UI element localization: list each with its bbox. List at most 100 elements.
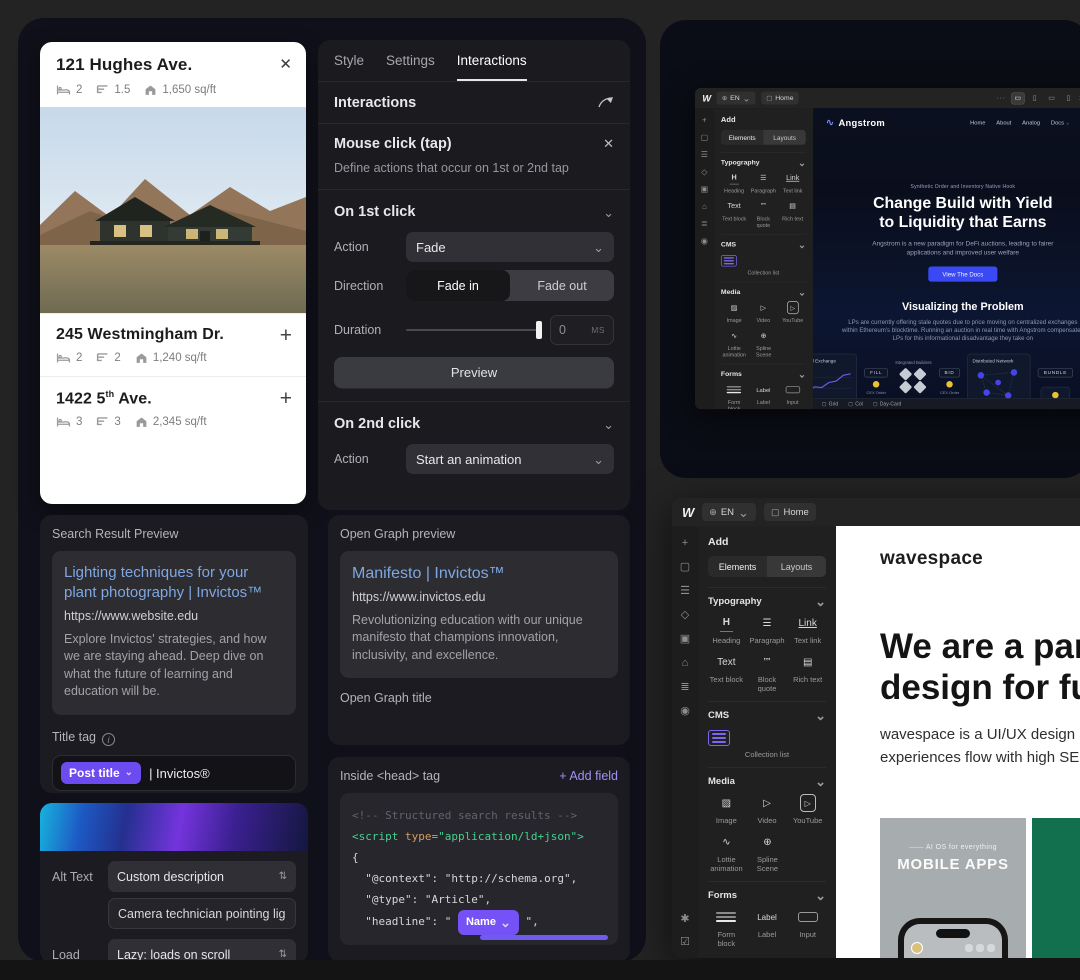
add-icon[interactable]: +: [682, 538, 688, 549]
section-typography[interactable]: Typography⌄: [708, 587, 826, 614]
action-select[interactable]: Fade ⌄: [406, 232, 614, 262]
section-forms[interactable]: Forms⌄: [721, 364, 806, 383]
element-rich-text[interactable]: ▤Rich text: [779, 200, 805, 229]
element-spline[interactable]: ⊕Spline Scene: [749, 833, 786, 873]
element-text-link[interactable]: LinkText link: [779, 172, 805, 194]
element-label[interactable]: LabelLabel: [749, 908, 786, 948]
info-icon[interactable]: i: [102, 733, 115, 746]
tab-settings[interactable]: Settings: [386, 40, 435, 81]
cms-icon[interactable]: ≣: [680, 682, 689, 693]
element-rich-text[interactable]: ▤Rich text: [789, 653, 826, 693]
add-listing-icon[interactable]: +: [280, 324, 292, 348]
element-collection-list[interactable]: Collection list: [708, 730, 826, 759]
element-paragraph[interactable]: ☰Paragraph: [749, 614, 786, 645]
result-title[interactable]: Lighting techniques for your plant photo…: [64, 563, 284, 604]
layers-icon[interactable]: ☰: [680, 586, 690, 597]
language-chip[interactable]: ⊕EN⌄: [717, 92, 756, 105]
site-icon[interactable]: ⌂: [682, 658, 689, 669]
nav-docs[interactable]: Docs ⌄: [1051, 119, 1070, 125]
daycard-toggle[interactable]: ▢Day-Card: [873, 401, 901, 407]
tab-layouts[interactable]: Layouts: [763, 130, 805, 145]
og-title[interactable]: Manifesto | Invictos™: [352, 563, 606, 585]
alt-text-input[interactable]: [108, 898, 296, 929]
users-icon[interactable]: ◉: [701, 238, 708, 246]
col-toggle[interactable]: ▢Col: [848, 401, 863, 407]
listing-row[interactable]: 1422 5th Ave. + 3 3 2,345 sq/ft: [40, 376, 306, 440]
components-icon[interactable]: ◇: [681, 610, 689, 621]
add-listing-icon[interactable]: +: [280, 387, 292, 411]
nav-analog[interactable]: Analog: [1022, 119, 1040, 125]
tab-interactions[interactable]: Interactions: [457, 40, 527, 81]
element-input[interactable]: Input: [789, 908, 826, 948]
element-video[interactable]: ▷Video: [750, 301, 776, 323]
element-youtube[interactable]: ▷YouTube: [789, 794, 826, 825]
device-desktop-icon[interactable]: ▭: [1012, 93, 1025, 104]
settings-icon[interactable]: ✱: [680, 914, 689, 925]
element-lottie[interactable]: ∿Lottie animation: [708, 833, 745, 873]
nav-home[interactable]: Home: [970, 119, 985, 125]
view-docs-button[interactable]: View The Docs: [928, 267, 997, 282]
section-typography[interactable]: Typography⌄: [721, 152, 806, 171]
section-forms[interactable]: Forms⌄: [708, 881, 826, 908]
element-block-quote[interactable]: ””Block quote: [749, 653, 786, 693]
element-form-block[interactable]: Form block: [708, 908, 745, 948]
preview-button[interactable]: Preview: [334, 357, 614, 389]
tab-elements[interactable]: Elements: [721, 130, 763, 145]
horizontal-scrollbar[interactable]: [480, 935, 608, 940]
section-media[interactable]: Media⌄: [708, 767, 826, 794]
section-cms[interactable]: CMS⌄: [721, 234, 806, 253]
add-field-button[interactable]: + Add field: [559, 769, 618, 783]
fade-out-option[interactable]: Fade out: [510, 270, 614, 301]
angstrom-brand[interactable]: ∿Angstrom: [826, 117, 885, 129]
element-spline[interactable]: ⊕Spline Scene: [750, 329, 777, 358]
more-options-icon[interactable]: ···: [996, 94, 1005, 102]
device-phone-icon[interactable]: ▯: [1064, 93, 1074, 104]
duration-slider[interactable]: [406, 329, 540, 331]
device-tablet-icon[interactable]: ▯: [1030, 93, 1040, 104]
users-icon[interactable]: ◉: [680, 706, 690, 717]
element-lottie[interactable]: ∿Lottie animation: [721, 329, 748, 358]
grid-toggle[interactable]: ▢Grid: [822, 401, 838, 407]
duration-input[interactable]: 0 MS: [550, 315, 614, 345]
site-icon[interactable]: ⌂: [702, 203, 707, 211]
close-icon[interactable]: ✕: [279, 55, 292, 73]
element-label[interactable]: LabelLabel: [750, 383, 776, 409]
element-heading[interactable]: HHeading: [721, 172, 747, 194]
remove-trigger-icon[interactable]: ✕: [603, 136, 614, 152]
element-collection-list[interactable]: Collection list: [721, 255, 806, 276]
direction-segmented[interactable]: Fade in Fade out: [406, 270, 614, 301]
interaction-wand-icon[interactable]: [598, 96, 614, 109]
title-tag-input[interactable]: Post title⌄ | Invictos®: [52, 755, 296, 791]
checklist-icon[interactable]: ☑: [680, 937, 690, 948]
element-input[interactable]: Input: [779, 383, 805, 409]
layers-icon[interactable]: ☰: [701, 151, 708, 159]
nav-about[interactable]: About: [996, 119, 1011, 125]
assets-icon[interactable]: ▣: [701, 186, 708, 194]
add-icon[interactable]: +: [702, 117, 707, 125]
tab-elements[interactable]: Elements: [708, 556, 767, 577]
action-select[interactable]: Start an animation ⌄: [406, 444, 614, 474]
element-paragraph[interactable]: ☰Paragraph: [750, 172, 776, 194]
home-breadcrumb-chip[interactable]: ▢Home: [761, 92, 798, 105]
cms-icon[interactable]: ≣: [701, 220, 708, 228]
mobile-apps-card[interactable]: AI OS for everything MOBILE APPS: [880, 818, 1026, 958]
home-breadcrumb-chip[interactable]: ▢Home: [764, 503, 816, 521]
element-heading[interactable]: HHeading: [708, 614, 745, 645]
element-image[interactable]: ▨Image: [708, 794, 745, 825]
element-block-quote[interactable]: ””Block quote: [750, 200, 776, 229]
element-video[interactable]: ▷Video: [749, 794, 786, 825]
element-image[interactable]: ▨Image: [721, 301, 747, 323]
code-editor[interactable]: <!-- Structured search results --> <scri…: [340, 793, 618, 945]
listing-row[interactable]: 245 Westmingham Dr. + 2 2 1,240 sq/ft: [40, 313, 306, 376]
name-field-chip[interactable]: Name⌄: [458, 910, 519, 935]
first-click-header[interactable]: On 1st click ⌄: [318, 190, 630, 224]
saas-card[interactable]: AI based SAAS Library: [1032, 818, 1080, 958]
pages-icon[interactable]: ▢: [701, 134, 708, 142]
second-click-header[interactable]: On 2nd click ⌄: [318, 402, 630, 436]
element-text-block[interactable]: TextText block: [721, 200, 747, 229]
language-chip[interactable]: ⊕EN⌄: [702, 503, 756, 521]
components-icon[interactable]: ◇: [701, 169, 707, 177]
device-landscape-icon[interactable]: ▭: [1045, 93, 1058, 104]
wavespace-logo[interactable]: wavespace: [880, 548, 983, 570]
element-form-block[interactable]: Form block: [721, 383, 747, 409]
